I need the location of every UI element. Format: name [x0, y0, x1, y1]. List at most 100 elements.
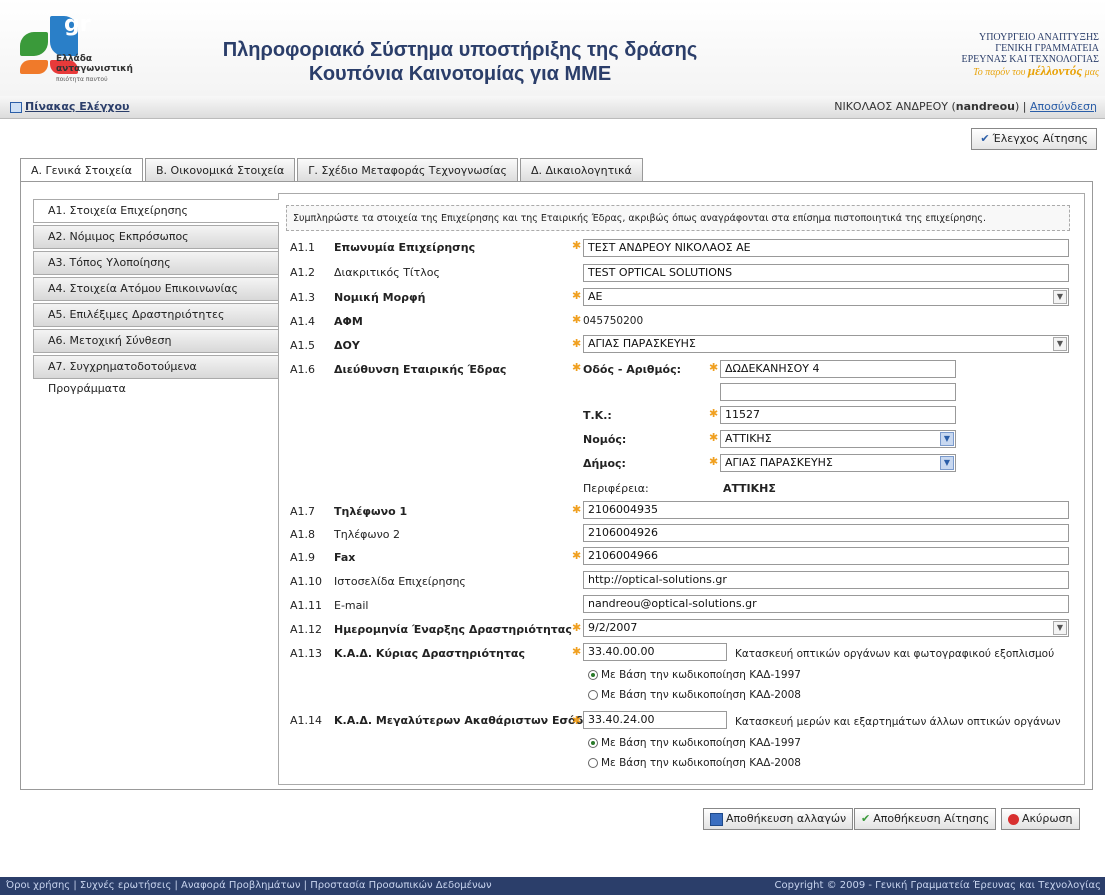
footer-report-link[interactable]: Αναφορά Προβλημάτων	[181, 880, 300, 891]
title-line-2: Κουπόνια Καινοτομίας για ΜΜΕ	[308, 63, 612, 85]
cancel-icon	[1008, 813, 1019, 825]
slogan-a: Το παρόν του	[973, 67, 1026, 78]
tax-office-select[interactable]: ΑΓΙΑΣ ΠΑΡΑΣΚΕΥΗΣ ▼	[583, 335, 1069, 353]
required-icon: ✱	[709, 407, 719, 420]
legal-form-value: ΑΕ	[588, 290, 603, 303]
required-icon: ✱	[709, 431, 719, 444]
code-a1-10: Α1.10	[290, 575, 323, 588]
required-icon: ✱	[572, 714, 582, 727]
required-icon: ✱	[572, 549, 582, 562]
tabs: Α. Γενικά Στοιχεία Β. Οικονομικά Στοιχεί…	[20, 158, 645, 183]
side-item-location[interactable]: Α3. Τόπος Υλοποίησης	[33, 251, 279, 275]
side-item-company[interactable]: Α1. Στοιχεία Επιχείρησης	[33, 199, 279, 223]
save-application-label: Αποθήκευση Αίτησης	[873, 812, 990, 825]
label-a1-5: ΔΟΥ	[334, 339, 360, 352]
user-login: nandreou	[955, 100, 1016, 113]
tab-financial[interactable]: Β. Οικονομικά Στοιχεία	[145, 158, 296, 181]
radio-unchecked-icon	[588, 758, 598, 768]
street-label: Οδός - Αριθμός:	[583, 363, 682, 376]
footer-terms-link[interactable]: Όροι χρήσης	[6, 880, 70, 891]
code-a1-9: Α1.9	[290, 551, 316, 564]
chevron-down-icon: ▼	[1053, 337, 1067, 351]
phone2-field[interactable]: 2106004926	[583, 524, 1069, 542]
required-icon: ✱	[572, 645, 582, 658]
tab-transfer-plan[interactable]: Γ. Σχέδιο Μεταφοράς Τεχνογνωσίας	[297, 158, 518, 181]
trade-title-field[interactable]: TEST OPTICAL SOLUTIONS	[583, 264, 1069, 282]
checkmark-icon: ✔	[861, 812, 871, 825]
kad-revenue-radio-1997[interactable]: Με Βάση την κωδικοποίηση ΚΑΔ-1997	[588, 737, 801, 749]
email-field[interactable]: nandreou@optical-solutions.gr	[583, 595, 1069, 613]
chevron-down-icon: ▼	[940, 432, 954, 446]
code-a1-3: Α1.3	[290, 291, 316, 304]
dashboard-label: Πίνακας Ελέγχου	[25, 100, 130, 113]
check-application-label: Έλεγχος Αίτησης	[992, 132, 1088, 145]
code-a1-6: Α1.6	[290, 363, 316, 376]
header: gr Ελλάδα ανταγωνιστική ποιότητα παντού …	[0, 0, 1105, 96]
postcode-field[interactable]: 11527	[720, 406, 956, 424]
legal-form-select[interactable]: ΑΕ ▼	[583, 288, 1069, 306]
required-icon: ✱	[709, 361, 719, 374]
label-a1-11: E-mail	[334, 599, 369, 612]
required-icon: ✱	[572, 361, 582, 374]
company-name-field[interactable]: ΤΕΣΤ ΑΝΔΡΕΟΥ ΝΙΚΟΛΑΟΣ ΑΕ	[583, 239, 1069, 257]
code-a1-13: Α1.13	[290, 647, 323, 660]
navbar: Πίνακας Ελέγχου ΝΙΚΟΛΑΟΣ ΑΝΔΡΕΟΥ (nandre…	[0, 96, 1105, 119]
footer-copyright: Copyright © 2009 - Γενική Γραμματεία Έρε…	[774, 880, 1101, 891]
radio-unchecked-icon	[588, 690, 598, 700]
tab-general[interactable]: Α. Γενικά Στοιχεία	[20, 158, 143, 183]
slogan-b: μέλλοντός	[1027, 63, 1083, 78]
label-a1-1: Επωνυμία Επιχείρησης	[334, 241, 476, 254]
code-a1-8: Α1.8	[290, 528, 316, 541]
fax-field[interactable]: 2106004966	[583, 547, 1069, 565]
side-item-cofunded[interactable]: Α7. Συγχρηματοδοτούμενα Προγράμματα	[33, 355, 279, 395]
spellcheck-icon: ✔	[980, 132, 990, 145]
logout-link[interactable]: Αποσύνδεση	[1030, 100, 1097, 113]
kad-main-desc: Κατασκευή οπτικών οργάνων και φωτογραφικ…	[735, 648, 1055, 660]
save-application-button[interactable]: ✔ Αποθήκευση Αίτησης	[854, 808, 997, 830]
phone1-field[interactable]: 2106004935	[583, 501, 1069, 519]
label-a1-14: Κ.Α.Δ. Μεγαλύτερων Ακαθάριστων Εσόδων	[334, 714, 601, 727]
radio-1997-label: Με Βάση την κωδικοποίηση ΚΑΔ-1997	[601, 737, 801, 749]
cancel-button[interactable]: Ακύρωση	[1001, 808, 1080, 830]
kad-main-field[interactable]: 33.40.00.00	[583, 643, 727, 661]
radio-2008-label: Με Βάση την κωδικοποίηση ΚΑΔ-2008	[601, 757, 801, 769]
website-field[interactable]: http://optical-solutions.gr	[583, 571, 1069, 589]
footer-faq-link[interactable]: Συχνές ερωτήσεις	[80, 880, 171, 891]
prefecture-label: Νομός:	[583, 433, 627, 446]
slogan-c: μας	[1084, 67, 1099, 78]
code-a1-7: Α1.7	[290, 505, 316, 518]
code-a1-2: Α1.2	[290, 266, 316, 279]
side-item-shareholders[interactable]: Α6. Μετοχική Σύνθεση	[33, 329, 279, 353]
side-item-activities[interactable]: Α5. Επιλέξιμες Δραστηριότητες	[33, 303, 279, 327]
street-field[interactable]: ΔΩΔΕΚΑΝΗΣΟΥ 4	[720, 360, 956, 378]
side-item-legal-rep[interactable]: Α2. Νόμιμος Εκπρόσωπος	[33, 225, 279, 249]
tab-documents[interactable]: Δ. Δικαιολογητικά	[519, 158, 643, 181]
code-a1-4: Α1.4	[290, 315, 316, 328]
required-icon: ✱	[572, 289, 582, 302]
prefecture-select[interactable]: ΑΤΤΙΚΗΣ ▼	[720, 430, 956, 448]
save-changes-label: Αποθήκευση αλλαγών	[726, 812, 847, 825]
kad-revenue-radio-2008[interactable]: Με Βάση την κωδικοποίηση ΚΑΔ-2008	[588, 757, 801, 769]
kad-main-radio-1997[interactable]: Με Βάση την κωδικοποίηση ΚΑΔ-1997	[588, 669, 801, 681]
side-item-contact[interactable]: Α4. Στοιχεία Ατόμου Επικοινωνίας	[33, 277, 279, 301]
kad-revenue-field[interactable]: 33.40.24.00	[583, 711, 727, 729]
user-name: ΝΙΚΟΛΑΟΣ ΑΝΔΡΕΟΥ	[834, 100, 948, 113]
check-application-button[interactable]: ✔ Έλεγχος Αίτησης	[971, 128, 1097, 150]
start-date-select[interactable]: 9/2/2007 ▼	[583, 619, 1069, 637]
ministry-line-2: ΓΕΝΙΚΗ ΓΡΑΜΜΑΤΕΙΑ	[995, 43, 1099, 54]
street2-field[interactable]	[720, 383, 956, 401]
radio-2008-label: Με Βάση την κωδικοποίηση ΚΑΔ-2008	[601, 689, 801, 701]
municipality-select[interactable]: ΑΓΙΑΣ ΠΑΡΑΣΚΕΥΗΣ ▼	[720, 454, 956, 472]
chevron-down-icon: ▼	[1053, 621, 1067, 635]
save-changes-button[interactable]: Αποθήκευση αλλαγών	[703, 808, 854, 830]
user-area: ΝΙΚΟΛΑΟΣ ΑΝΔΡΕΟΥ (nandreou) | Αποσύνδεση	[834, 100, 1097, 113]
ministry-line-1: ΥΠΟΥΡΓΕΙΟ ΑΝΑΠΤΥΞΗΣ	[978, 32, 1099, 43]
required-icon: ✱	[572, 337, 582, 350]
footer-links: Όροι χρήσης | Συχνές ερωτήσεις | Αναφορά…	[6, 880, 492, 891]
footer-privacy-link[interactable]: Προστασία Προσωπικών Δεδομένων	[310, 880, 491, 891]
logo-text: Ελλάδα ανταγωνιστική ποιότητα παντού	[56, 54, 133, 84]
chevron-down-icon: ▼	[1053, 290, 1067, 304]
label-a1-2: Διακριτικός Τίτλος	[334, 266, 440, 279]
kad-main-radio-2008[interactable]: Με Βάση την κωδικοποίηση ΚΑΔ-2008	[588, 689, 801, 701]
dashboard-link[interactable]: Πίνακας Ελέγχου	[10, 100, 129, 113]
